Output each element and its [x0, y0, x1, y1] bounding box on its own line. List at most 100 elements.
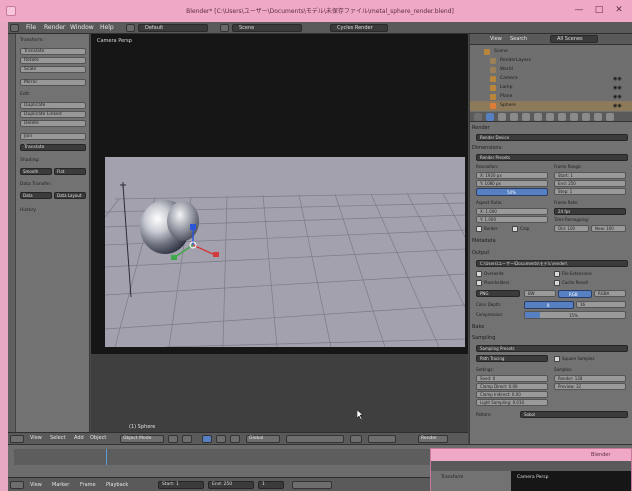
- viewport-menu-object[interactable]: Object: [90, 435, 106, 441]
- scene-tab-icon[interactable]: [510, 113, 518, 121]
- timeline-editor-type[interactable]: [10, 481, 24, 489]
- object-tab-icon[interactable]: [534, 113, 542, 121]
- scene-selector[interactable]: Scene: [232, 24, 302, 32]
- visibility-eye-icon[interactable]: ◉◉: [613, 76, 627, 82]
- snap-selector[interactable]: [368, 435, 396, 443]
- join-button[interactable]: Join: [20, 133, 86, 140]
- viewport-menu-view[interactable]: View: [30, 435, 42, 441]
- outliner-menu-search[interactable]: Search: [510, 36, 527, 42]
- mirror-button[interactable]: Mirror: [20, 79, 86, 86]
- render-presets-dropdown[interactable]: Render Presets: [476, 154, 628, 161]
- menu-window[interactable]: Window: [70, 24, 94, 31]
- data-tab-icon[interactable]: [570, 113, 578, 121]
- pattern-dropdown[interactable]: Sobol: [520, 411, 628, 418]
- flat-button[interactable]: Flat: [54, 168, 86, 175]
- file-extensions-checkbox[interactable]: [554, 271, 560, 277]
- metadata-panel-title[interactable]: Metadata: [472, 238, 631, 244]
- timeline-end-field[interactable]: End: 250: [208, 481, 254, 489]
- frame-end-field[interactable]: End: 250: [554, 180, 626, 187]
- render-engine-selector[interactable]: Cycles Render: [330, 24, 388, 32]
- light-sampling-threshold-field[interactable]: Light Sampling: 0.010: [476, 399, 548, 406]
- maximize-button[interactable]: □: [592, 4, 606, 16]
- render-layers-tab-icon[interactable]: [498, 113, 506, 121]
- frame-start-field[interactable]: Start: 1: [554, 172, 626, 179]
- viewport-menu-select[interactable]: Select: [50, 435, 65, 441]
- outliner-menu-view[interactable]: View: [490, 36, 502, 42]
- smooth-button[interactable]: Smooth: [20, 168, 52, 175]
- world-tab-icon[interactable]: [522, 113, 530, 121]
- clamp-indirect-field[interactable]: Clamp Indirect: 0.00: [476, 391, 548, 398]
- translate-manipulator[interactable]: [216, 435, 226, 443]
- rotate-manipulator[interactable]: [230, 435, 240, 443]
- time-new-field[interactable]: New: 100: [591, 225, 626, 232]
- visibility-eye-icon[interactable]: ◉◉: [613, 94, 627, 100]
- aspect-y-field[interactable]: Y: 1.000: [476, 216, 548, 223]
- layout-selector[interactable]: Default: [138, 24, 208, 32]
- set-origin-dropdown[interactable]: Translate: [20, 144, 86, 151]
- layers-buttons[interactable]: [286, 435, 344, 443]
- timeline-menu-marker[interactable]: Marker: [52, 482, 69, 488]
- frame-rate-dropdown[interactable]: 24 fps: [554, 208, 626, 215]
- timeline-menu-playback[interactable]: Playback: [106, 482, 128, 488]
- timeline-menu-view[interactable]: View: [30, 482, 42, 488]
- duplicate-button[interactable]: Duplicate: [20, 102, 86, 109]
- render-samples-field[interactable]: Render: 128: [554, 375, 626, 382]
- square-samples-checkbox[interactable]: [554, 356, 560, 362]
- camera-frame[interactable]: [104, 157, 466, 348]
- menu-file[interactable]: File: [26, 24, 36, 31]
- resolution-y-field[interactable]: Y: 1080 px: [476, 180, 548, 187]
- pivot-selector[interactable]: [182, 435, 192, 443]
- time-old-field[interactable]: Old: 100: [554, 225, 589, 232]
- transform-orientation[interactable]: Global: [246, 435, 280, 443]
- opengl-render-button[interactable]: Render: [418, 435, 448, 443]
- current-frame-field[interactable]: 1: [258, 481, 284, 489]
- visibility-eye-icon[interactable]: ◉◉: [613, 103, 627, 109]
- color-rgba-button[interactable]: RGBA: [594, 290, 626, 297]
- menu-help[interactable]: Help: [100, 24, 114, 31]
- depth-8-button[interactable]: 8: [524, 301, 574, 309]
- material-tab-icon[interactable]: [582, 113, 590, 121]
- 3d-viewport[interactable]: Camera Persp (1) Sphere: [91, 34, 468, 432]
- outliner-row-selected[interactable]: Sphere ◉◉: [470, 101, 632, 111]
- editor-type-icon[interactable]: [474, 113, 482, 121]
- render-tab-icon[interactable]: [486, 113, 494, 121]
- border-checkbox[interactable]: [476, 226, 482, 232]
- editor-type-icon[interactable]: [10, 24, 19, 32]
- mode-selector[interactable]: Object Mode: [120, 435, 164, 443]
- playback-controls[interactable]: [292, 481, 332, 489]
- data-layout-button[interactable]: Data Layout: [54, 192, 86, 199]
- tool-shelf-tabs[interactable]: [8, 34, 16, 436]
- render-panel-title[interactable]: Render: [472, 125, 631, 131]
- constraints-tab-icon[interactable]: [546, 113, 554, 121]
- dimensions-panel-title[interactable]: Dimensions:: [472, 145, 631, 151]
- output-path-field[interactable]: C:\Users\ユーザー\Documents\モデル\render\: [476, 260, 628, 267]
- bake-panel-title[interactable]: Bake: [472, 324, 631, 330]
- visibility-eye-icon[interactable]: ◉◉: [613, 85, 627, 91]
- shading-selector[interactable]: [168, 435, 178, 443]
- second-blender-window[interactable]: Blender Transform Camera Persp: [430, 448, 632, 491]
- overwrite-checkbox[interactable]: [476, 271, 482, 277]
- second-window-viewport[interactable]: Camera Persp: [511, 471, 631, 491]
- seed-field[interactable]: Seed: 0: [476, 375, 548, 382]
- render-device-dropdown[interactable]: Render Device: [476, 134, 628, 141]
- viewport-editor-type[interactable]: [10, 435, 24, 443]
- compression-slider[interactable]: 15%: [524, 311, 626, 319]
- physics-tab-icon[interactable]: [606, 113, 614, 121]
- minimize-button[interactable]: —: [572, 4, 586, 16]
- modifiers-tab-icon[interactable]: [558, 113, 566, 121]
- lock-icon[interactable]: [350, 435, 362, 443]
- color-rgb-button[interactable]: RGB: [558, 290, 592, 298]
- duplicate-linked-button[interactable]: Duplicate Linked: [20, 111, 86, 118]
- crop-checkbox[interactable]: [512, 226, 518, 232]
- clamp-direct-field[interactable]: Clamp Direct: 0.00: [476, 383, 548, 390]
- cache-result-checkbox[interactable]: [554, 280, 560, 286]
- frame-step-field[interactable]: Step: 1: [554, 188, 626, 195]
- menu-render[interactable]: Render: [44, 24, 65, 31]
- rotate-button[interactable]: Rotate: [20, 57, 86, 64]
- scale-button[interactable]: Scale: [20, 66, 86, 73]
- manipulator-toggle[interactable]: [202, 435, 212, 443]
- translate-button[interactable]: Translate: [20, 48, 86, 55]
- file-format-dropdown[interactable]: PNG: [476, 290, 520, 297]
- depth-16-button[interactable]: 16: [576, 301, 626, 308]
- data-button[interactable]: Data: [20, 192, 52, 199]
